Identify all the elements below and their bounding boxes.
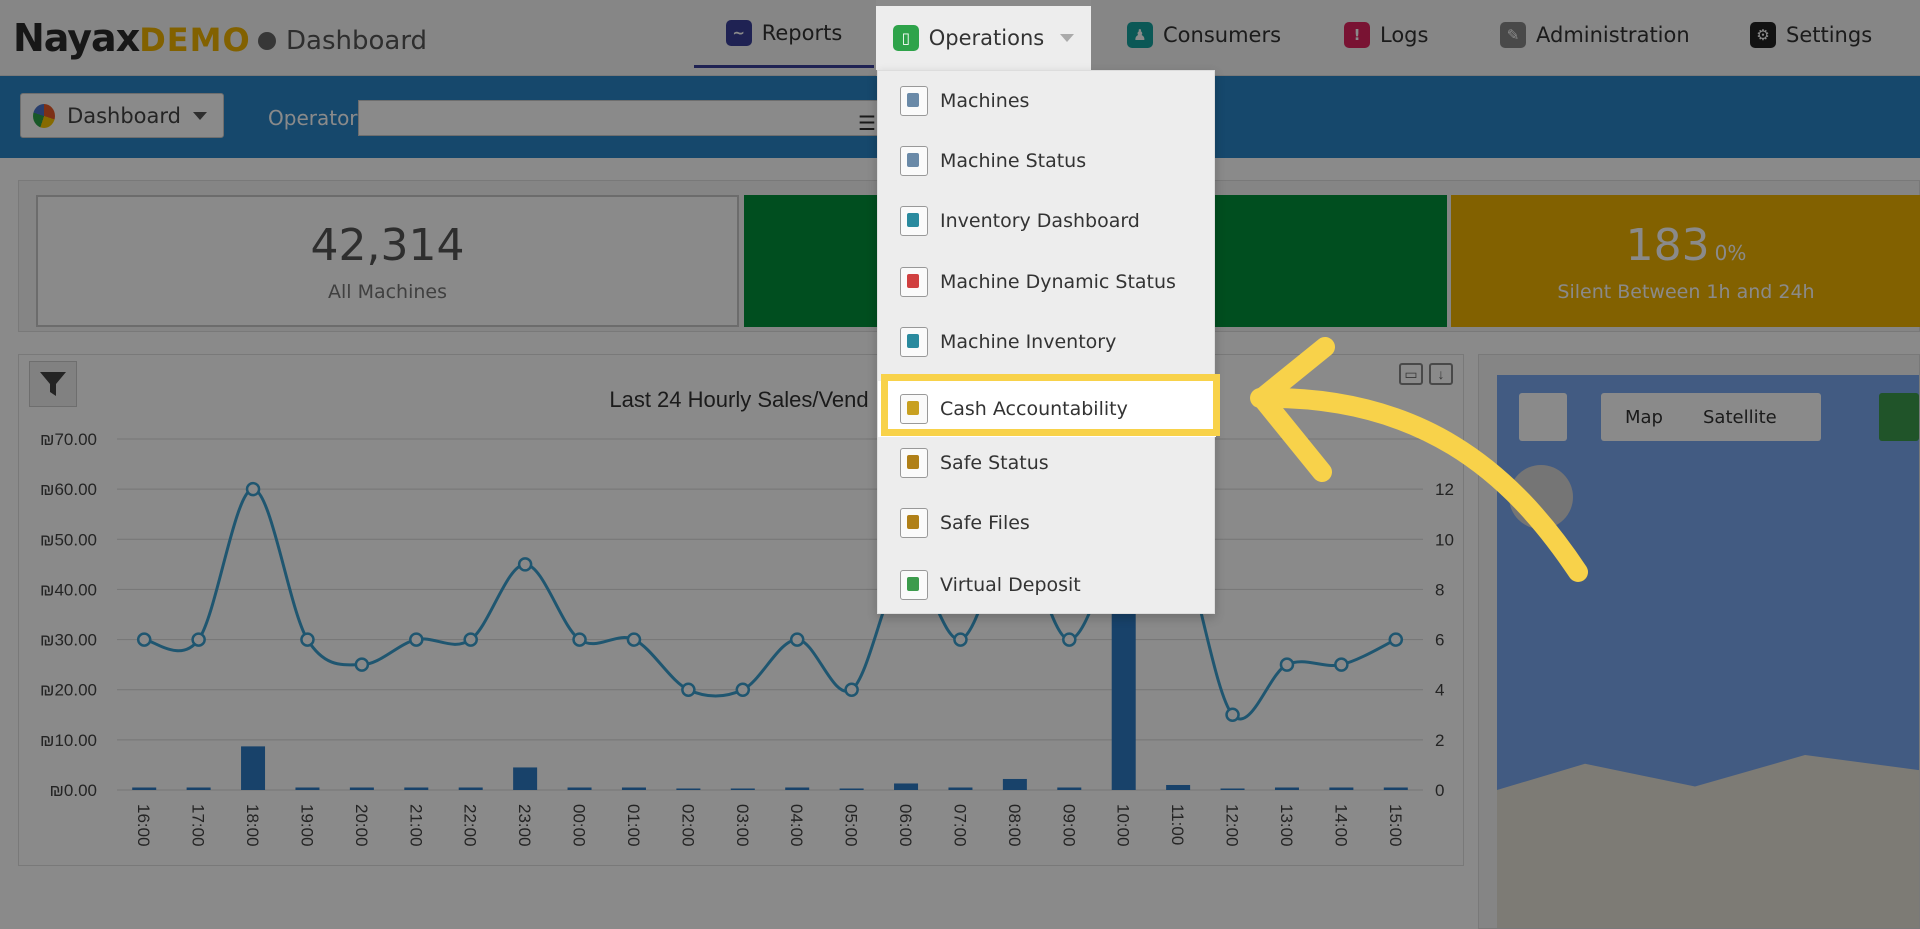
pointer-arrow-icon xyxy=(1250,337,1588,582)
